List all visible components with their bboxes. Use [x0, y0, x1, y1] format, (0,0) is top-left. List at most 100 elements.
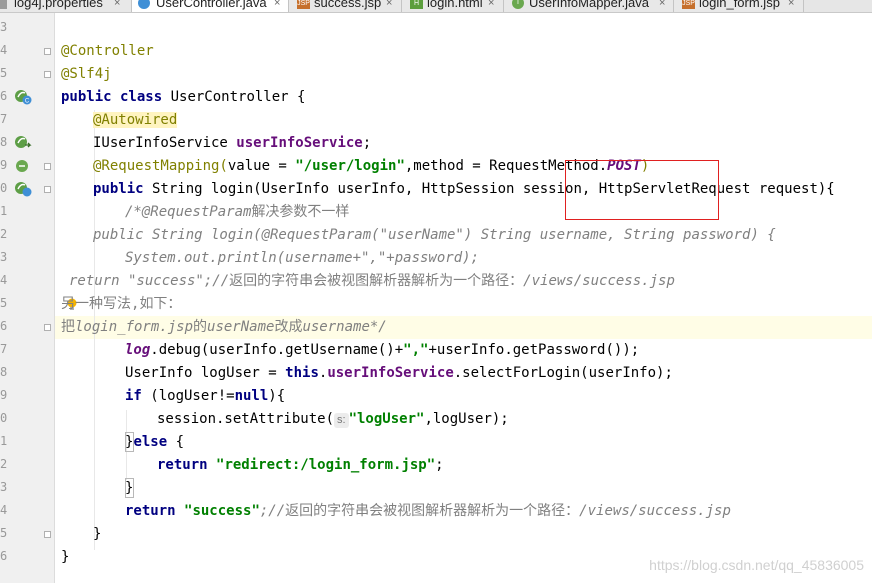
code-text: session.setAttribute( — [157, 411, 335, 427]
tab-login-form-jsp[interactable]: JSP login_form.jsp × — [674, 0, 804, 12]
parameter-hint: s: — [334, 413, 349, 428]
line-number: 0 — [0, 181, 8, 195]
close-icon[interactable]: × — [788, 0, 794, 12]
line-number: 3 — [0, 20, 8, 34]
comment: /views/success.jsp — [579, 503, 731, 519]
comment: 如下： — [139, 296, 182, 312]
code-text: UserController { — [162, 89, 306, 105]
annotation: @RequestMapping( — [93, 158, 228, 174]
comment: ;// — [259, 503, 286, 519]
comment: 返回的字符串会被视图解析器解析为一个路径： — [285, 503, 580, 519]
line-number: 4 — [0, 273, 8, 287]
watermark: https://blog.csdn.net/qq_45836005 — [649, 557, 864, 573]
close-icon[interactable]: × — [386, 0, 392, 12]
line-number: 9 — [0, 158, 8, 172]
code-text: String login(UserInfo userInfo, HttpSess… — [143, 181, 835, 197]
code-line-6: public class UserController { — [61, 86, 305, 109]
comment: 解决参数不一样 — [251, 204, 350, 220]
line-number: 6 — [0, 319, 8, 333]
code-text: } — [93, 526, 102, 542]
line-number: 2 — [0, 457, 8, 471]
code-text: UserInfo logUser = — [125, 365, 286, 381]
line-number: 7 — [0, 112, 8, 126]
code-line-14: return "success";//返回的字符串会被视图解析器解析为一个路径：… — [69, 270, 675, 293]
comment: userName — [207, 319, 275, 335]
code-line-21: }else { — [125, 431, 184, 454]
tab-label: log4j.properties — [14, 0, 103, 10]
tab-log4j-properties[interactable]: log4j.properties × — [0, 0, 132, 12]
keyword: return — [125, 503, 185, 519]
line-number: 5 — [0, 296, 8, 310]
annotation: @Controller — [61, 43, 154, 59]
string-literal: "redirect:/login_form.jsp" — [216, 457, 436, 473]
comment: System.out.println(username+","+password… — [125, 250, 480, 266]
comment: 改成 — [274, 319, 303, 335]
line-number: 0 — [0, 411, 8, 425]
keyword: return — [157, 457, 217, 473]
code-text: (logUser!= — [141, 388, 235, 404]
code-line-17: log.debug(userInfo.getUsername()+","+use… — [125, 339, 639, 362]
code-line-11: /*@RequestParam解决参数不一样 — [125, 201, 349, 224]
code-text: IUserInfoService — [93, 135, 237, 151]
line-number: 3 — [0, 250, 8, 264]
fold-marker[interactable] — [44, 71, 51, 78]
tab-label: login_form.jsp — [699, 0, 780, 10]
line-number: 4 — [0, 43, 8, 57]
jsp-file-icon: JSP — [297, 0, 310, 9]
line-number: 2 — [0, 227, 8, 241]
close-icon[interactable]: × — [488, 0, 494, 12]
keyword: if — [125, 388, 142, 404]
field-name: userInfoService — [327, 365, 454, 381]
bean-method-icon[interactable] — [14, 181, 32, 197]
code-line-4: @Controller — [61, 40, 154, 63]
string-literal: "/user/login" — [295, 158, 405, 174]
line-number: 5 — [0, 526, 8, 540]
close-icon[interactable]: × — [659, 0, 665, 12]
tab-label: UserController.java — [156, 0, 267, 10]
comment: return "success";// — [69, 273, 230, 289]
autowired-navigate-icon[interactable] — [14, 135, 32, 151]
tab-label: success.jsp — [314, 0, 382, 10]
code-line-25: } — [93, 523, 101, 546]
code-text: } — [61, 549, 70, 565]
comment: /*@RequestParam — [125, 204, 252, 220]
comment: 把 — [61, 319, 75, 335]
comment: 返回的字符串会被视图解析器解析为一个路径： — [229, 273, 524, 289]
code-text: ; — [362, 135, 372, 151]
highlight-box — [565, 160, 719, 220]
code-line-26: } — [61, 546, 69, 569]
tab-user-controller[interactable]: UserController.java × — [132, 0, 289, 12]
code-line-18: UserInfo logUser = this.userInfoService.… — [125, 362, 673, 385]
field-name: log — [125, 342, 151, 358]
fold-marker[interactable] — [44, 531, 51, 538]
editor-tab-bar: log4j.properties × UserController.java ×… — [0, 0, 872, 13]
code-line-16: 把login_form.jsp的userName改成username*/ — [61, 316, 387, 339]
line-number: 5 — [0, 66, 8, 80]
java-interface-icon: I — [512, 0, 524, 9]
tab-login-html[interactable]: H login.html × — [402, 0, 504, 12]
fold-marker[interactable] — [44, 324, 51, 331]
code-text: value = — [227, 158, 296, 174]
spring-bean-icon[interactable]: C — [14, 89, 32, 105]
fold-marker[interactable] — [44, 48, 51, 55]
close-icon[interactable]: × — [114, 0, 120, 12]
fold-marker[interactable] — [44, 186, 51, 193]
string-literal: "success" — [184, 503, 260, 519]
code-line-10: public String login(UserInfo userInfo, H… — [93, 178, 835, 201]
request-mapping-icon[interactable] — [14, 158, 30, 174]
code-line-20: session.setAttribute(s: "logUser",logUser… — [157, 408, 509, 431]
tab-userinfo-mapper[interactable]: I UserInfoMapper.java × — [504, 0, 674, 12]
code-text: +userInfo.getPassword()); — [428, 342, 640, 358]
keyword: public — [93, 181, 144, 197]
close-icon[interactable]: × — [274, 0, 280, 12]
code-line-8: IUserInfoService userInfoService; — [93, 132, 371, 155]
code-text: .selectForLogin(userInfo); — [453, 365, 673, 381]
comment: /views/success.jsp — [523, 273, 675, 289]
tab-label: UserInfoMapper.java — [529, 0, 649, 10]
fold-marker[interactable] — [44, 163, 51, 170]
properties-file-icon — [0, 0, 7, 9]
tab-success-jsp[interactable]: JSP success.jsp × — [289, 0, 402, 12]
code-line-22: return "redirect:/login_form.jsp"; — [157, 454, 444, 477]
code-line-15: 另一种写法,如下： — [61, 293, 181, 316]
annotation: @Slf4j — [61, 66, 112, 82]
